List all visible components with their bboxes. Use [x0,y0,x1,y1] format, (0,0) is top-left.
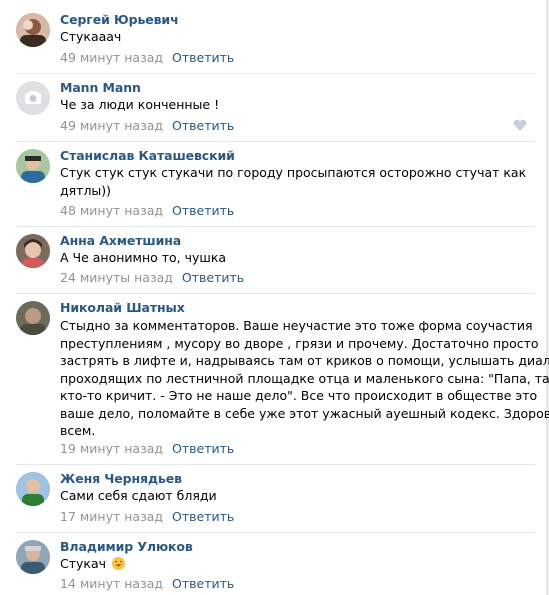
comment-text: Стук стук стук стукачи по городу просыпа… [60,164,526,199]
comment-meta: 19 минут назад Ответить [60,441,234,456]
reply-button[interactable]: Ответить [172,118,234,133]
laughing-emoji-icon [112,557,125,570]
comment-time[interactable]: 49 минут назад [60,118,163,133]
heart-icon[interactable] [513,119,527,131]
comment-meta: 49 минут назад Ответить [60,50,234,65]
comment-text-line: А Че анонимно то, чушка [60,250,227,265]
comment-text: Стукааач [60,28,121,46]
comment-text-line: всем. [60,423,96,438]
divider [16,464,535,465]
comment-text-line: ваше дело, поломайте в себе уже этот ужа… [60,405,549,421]
comment-text-line: кто-то кричит. - Это не наше дело". Все … [60,388,538,403]
comment-time[interactable]: 24 минуты назад [60,270,173,285]
comment-text-line: Стук стук стук стукачи по городу просыпа… [60,165,527,180]
comment-time[interactable]: 19 минут назад [60,441,163,456]
avatar[interactable] [16,149,50,183]
comment-meta: 17 минут назад Ответить [60,509,234,524]
comment-text-line: дятлы)) [60,182,112,198]
comment-meta: 49 минут назад Ответить [60,118,234,133]
comment-text-line: Стыдно за комментаторов. Ваше неучастие … [60,318,533,333]
camera-placeholder-avatar[interactable] [16,81,50,115]
comment-text-line: Стукач [60,555,125,573]
divider [16,293,535,294]
comment-text-line: Сами себя сдают бляди [60,488,217,503]
comment-text-line: Че за люди конченные ! [60,97,220,112]
avatar[interactable] [16,472,50,506]
comment-text-content: Стукач [60,556,107,571]
divider [16,532,535,533]
avatar[interactable] [16,301,50,335]
divider [16,226,535,227]
comment-meta: 24 минуты назад Ответить [60,270,244,285]
divider [16,73,535,74]
reply-button[interactable]: Ответить [172,509,234,524]
comment-text-line: застрять в лифте и, надрываясь там от кр… [60,353,549,368]
reply-button[interactable]: Ответить [172,50,234,65]
reply-button[interactable]: Ответить [172,441,234,456]
avatar[interactable] [16,540,50,574]
comment-author[interactable]: Станислав Каташевский [60,148,235,163]
comment-text: Стыдно за комментаторов. Ваше неучастие … [60,317,549,440]
comment-meta: 14 минут назад Ответить [60,576,234,591]
comment-meta: 48 минут назад Ответить [60,203,234,218]
comment-author[interactable]: Владимир Улюков [60,539,193,554]
comment-author[interactable]: Николай Шатных [60,300,185,315]
comment-text-line: Стукааач [60,29,122,44]
reply-button[interactable]: Ответить [172,576,234,591]
comment-time[interactable]: 48 минут назад [60,203,163,218]
reply-button[interactable]: Ответить [182,270,244,285]
reply-button[interactable]: Ответить [172,203,234,218]
comment-text-line: проходящих по лестничной площадке отца и… [60,370,549,386]
comment-text: Че за люди конченные ! [60,96,219,114]
comment-time[interactable]: 14 минут назад [60,576,163,591]
comment-author[interactable]: Mann Mann [60,80,141,95]
comment-author[interactable]: Сергей Юрьевич [60,12,179,27]
avatar[interactable] [16,234,50,268]
comment-author[interactable]: Анна Ахметшина [60,233,181,248]
comment-text-line: преступлениям , мусору во дворе , грязи … [60,335,539,351]
comment-time[interactable]: 17 минут назад [60,509,163,524]
divider [16,141,535,142]
comment-text: Сами себя сдают бляди [60,487,217,505]
comment-time[interactable]: 49 минут назад [60,50,163,65]
comment-text: А Че анонимно то, чушка [60,249,226,267]
comment-text: Стукач [60,555,125,573]
avatar[interactable] [16,13,50,47]
comment-author[interactable]: Женя Чернядьев [60,471,182,486]
